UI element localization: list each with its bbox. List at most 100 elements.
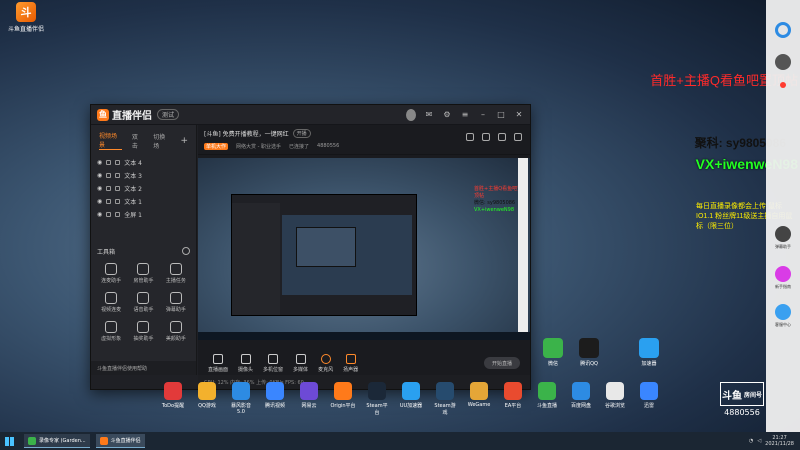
desktop-icon-label: EA平台 [504, 403, 522, 409]
network-icon[interactable]: ◔ [749, 438, 753, 444]
bell-icon[interactable] [498, 133, 506, 141]
desktop-icon[interactable]: 腾讯视频 [262, 382, 288, 416]
room-actions [466, 133, 522, 141]
desktop-icon[interactable]: Steam平台 [364, 382, 390, 416]
desktop-icon[interactable]: 网易云 [296, 382, 322, 416]
list-item[interactable]: ◉ 全屏 1 [97, 208, 190, 221]
preview-nested-preview [282, 215, 412, 295]
desktop-icon[interactable]: QQ游戏 [194, 382, 220, 416]
list-item[interactable]: ◉ 文本 2 [97, 182, 190, 195]
settings-icon[interactable]: ⚙ [442, 110, 452, 119]
tool-beauty[interactable]: 美颜助手 [160, 321, 192, 342]
avatar[interactable] [406, 108, 416, 121]
clock[interactable]: 21:27 2021/11/28 [765, 435, 794, 447]
maximize-icon[interactable]: □ [496, 110, 506, 119]
lock-icon[interactable] [106, 160, 112, 165]
message-icon[interactable]: ✉ [424, 110, 434, 119]
help-link[interactable]: 斗鱼直播伴侣使用帮助 [91, 361, 196, 375]
eye-icon[interactable]: ◉ [97, 172, 102, 179]
room-tag[interactable]: 开播 [292, 129, 311, 138]
tool-video-link[interactable]: 视频连麦 [95, 292, 127, 313]
desktop-icon[interactable]: WeGame [466, 382, 492, 416]
desktop-icon[interactable]: EA平台 [500, 382, 526, 416]
minimize-icon[interactable]: – [478, 110, 488, 119]
tool-danmaku[interactable]: 弹幕助手 [160, 292, 192, 313]
room-category[interactable]: 单机大作 [204, 143, 229, 150]
tool-tasks[interactable]: 主播任务 [160, 263, 192, 284]
app-icon [334, 382, 352, 400]
tab-video-scene[interactable]: 视频场景 [99, 131, 122, 150]
control-multi-window[interactable]: 多机位窗 [263, 353, 283, 373]
tab-double-click[interactable]: 双击 [132, 132, 143, 150]
app-logo: 鱼 直播伴侣 [97, 107, 152, 122]
lock-icon[interactable] [106, 186, 112, 191]
eye-icon[interactable]: ◉ [97, 185, 102, 192]
right-panel-item-2[interactable] [766, 82, 800, 90]
version-badge[interactable]: 测试 [157, 109, 180, 120]
toolbox-settings-icon[interactable] [182, 247, 190, 255]
lock-icon[interactable] [106, 199, 112, 204]
right-panel-item-danmaku[interactable]: 弹幕助手 [766, 226, 800, 250]
desktop-icon-wechat[interactable]: 微信 [540, 338, 566, 367]
desktop-app-douyu-helper[interactable]: 斗 斗鱼直播伴侣 [4, 2, 48, 33]
right-panel-item-service[interactable]: 客服中心 [766, 304, 800, 328]
tool-link-mic[interactable]: 连麦助手 [95, 263, 127, 284]
menu-icon[interactable]: ≡ [460, 110, 470, 119]
desktop-icons-row: ToDo提醒 QQ游戏 暴风影音5.0 腾讯视频 网易云 Origin平台 Steam平台 U… [160, 382, 662, 416]
text-source-icon [115, 186, 121, 191]
desktop-icon[interactable]: 斗鱼直播 [534, 382, 560, 416]
list-item[interactable]: ◉ 文本 1 [97, 195, 190, 208]
lottery-icon [137, 321, 150, 333]
desktop-icon[interactable]: 百度网盘 [568, 382, 594, 416]
windows-icon [4, 436, 14, 446]
list-item[interactable]: ◉ 文本 4 [97, 156, 190, 169]
app-icon [232, 382, 250, 400]
taskbar-item-recorder[interactable]: 录像专家 (Garden... [24, 434, 90, 448]
desktop-icon-accelerator[interactable]: 加速器 [636, 338, 662, 367]
lock-icon[interactable] [106, 212, 112, 217]
screen-icon[interactable] [482, 133, 490, 141]
volume-icon[interactable]: ◁ [757, 438, 761, 444]
lock-icon[interactable] [106, 173, 112, 178]
tool-lottery[interactable]: 抽奖助手 [127, 321, 159, 342]
control-camera[interactable]: 摄像头 [238, 353, 253, 373]
room-title[interactable]: [斗鱼] 免费开播教程，一键网红 [204, 129, 289, 138]
task-icon [169, 263, 182, 275]
screen-source-icon [115, 212, 121, 217]
control-media[interactable]: 多媒体 [293, 353, 308, 373]
app-icon [300, 382, 318, 400]
right-panel-item-robot[interactable]: 新手指南 [766, 266, 800, 290]
tool-voice[interactable]: 语音助手 [127, 292, 159, 313]
control-speaker[interactable]: 扬声器 [343, 353, 358, 373]
desktop-icon[interactable]: Steam游戏 [432, 382, 458, 416]
desktop-icon[interactable]: Origin平台 [330, 382, 356, 416]
start-button[interactable] [0, 432, 18, 450]
tool-room-admin[interactable]: 房管助手 [127, 263, 159, 284]
control-stream-screen[interactable]: 直播画面 [208, 353, 228, 373]
copy-icon[interactable] [466, 133, 474, 141]
desktop-icon[interactable]: ToDo提醒 [160, 382, 186, 416]
taskbar-item-douyu[interactable]: 斗鱼直播伴侣 [95, 434, 145, 448]
share-icon[interactable] [514, 133, 522, 141]
eye-icon[interactable]: ◉ [97, 159, 102, 166]
start-stream-button[interactable]: 开始直播 [484, 357, 520, 369]
wechat-icon [543, 338, 563, 358]
tool-avatar[interactable]: 虚拟形象 [95, 321, 127, 342]
stream-preview[interactable]: 首胜+主播Q看鱼吧置顶帖 微信: sy9805086 VX+iwenweN98 [198, 158, 530, 340]
control-mic[interactable]: 麦克风 [318, 353, 333, 373]
eye-icon[interactable]: ◉ [97, 198, 102, 205]
desktop-icon[interactable]: 暴风影音5.0 [228, 382, 254, 416]
close-icon[interactable]: ✕ [514, 110, 524, 119]
app-logo-icon: 鱼 [97, 108, 109, 121]
desktop-icon[interactable]: 谷歌浏览 [602, 382, 628, 416]
list-item[interactable]: ◉ 文本 3 [97, 169, 190, 182]
tab-switch-scene[interactable]: 切换场 [153, 132, 170, 150]
add-scene-icon[interactable]: + [180, 136, 188, 146]
app-icon [538, 382, 556, 400]
desktop-icon[interactable]: UU加速器 [398, 382, 424, 416]
desktop-icon[interactable]: 迅雷 [636, 382, 662, 416]
right-panel-item-0[interactable] [766, 22, 800, 40]
right-panel-item-1[interactable] [766, 54, 800, 72]
desktop-icon-qq[interactable]: 腾讯QQ [576, 338, 602, 367]
eye-icon[interactable]: ◉ [97, 211, 102, 218]
